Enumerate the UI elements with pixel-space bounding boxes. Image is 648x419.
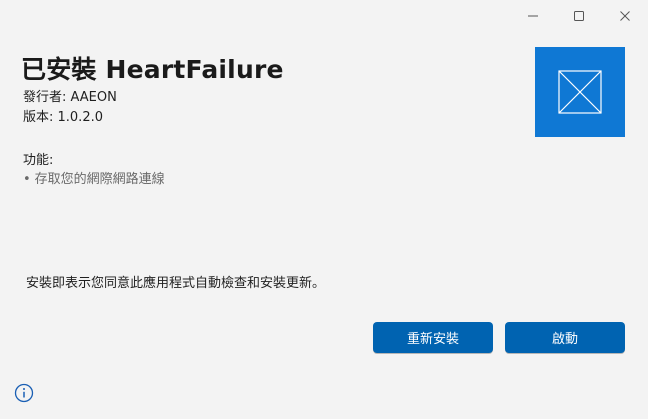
close-button[interactable] — [602, 0, 648, 32]
capabilities-heading: 功能: — [23, 153, 54, 168]
launch-button[interactable]: 啟動 — [505, 322, 625, 353]
capability-label: 存取您的網際網路連線 — [34, 172, 165, 187]
install-status-title: 已安裝 HeartFailure — [21, 55, 284, 84]
close-icon — [620, 11, 630, 21]
capability-item: • 存取您的網際網路連線 — [23, 168, 165, 187]
minimize-icon — [528, 15, 538, 17]
maximize-icon — [574, 11, 584, 21]
title-bar — [510, 0, 648, 32]
app-installer-window: 已安裝 HeartFailure 發行者: AAEON 版本: 1.0.2.0 … — [0, 0, 648, 419]
minimize-button[interactable] — [510, 0, 556, 32]
bullet-icon: • — [23, 172, 31, 187]
publisher-text: 發行者: AAEON — [23, 90, 117, 105]
update-consent-text: 安裝即表示您同意此應用程式自動檢查和安裝更新。 — [26, 276, 326, 291]
version-text: 版本: 1.0.2.0 — [23, 110, 103, 125]
placeholder-app-icon — [558, 70, 602, 114]
app-tile — [535, 47, 625, 137]
info-button[interactable] — [14, 383, 34, 403]
info-icon — [14, 383, 34, 403]
maximize-button[interactable] — [556, 0, 602, 32]
reinstall-button[interactable]: 重新安裝 — [373, 322, 493, 353]
